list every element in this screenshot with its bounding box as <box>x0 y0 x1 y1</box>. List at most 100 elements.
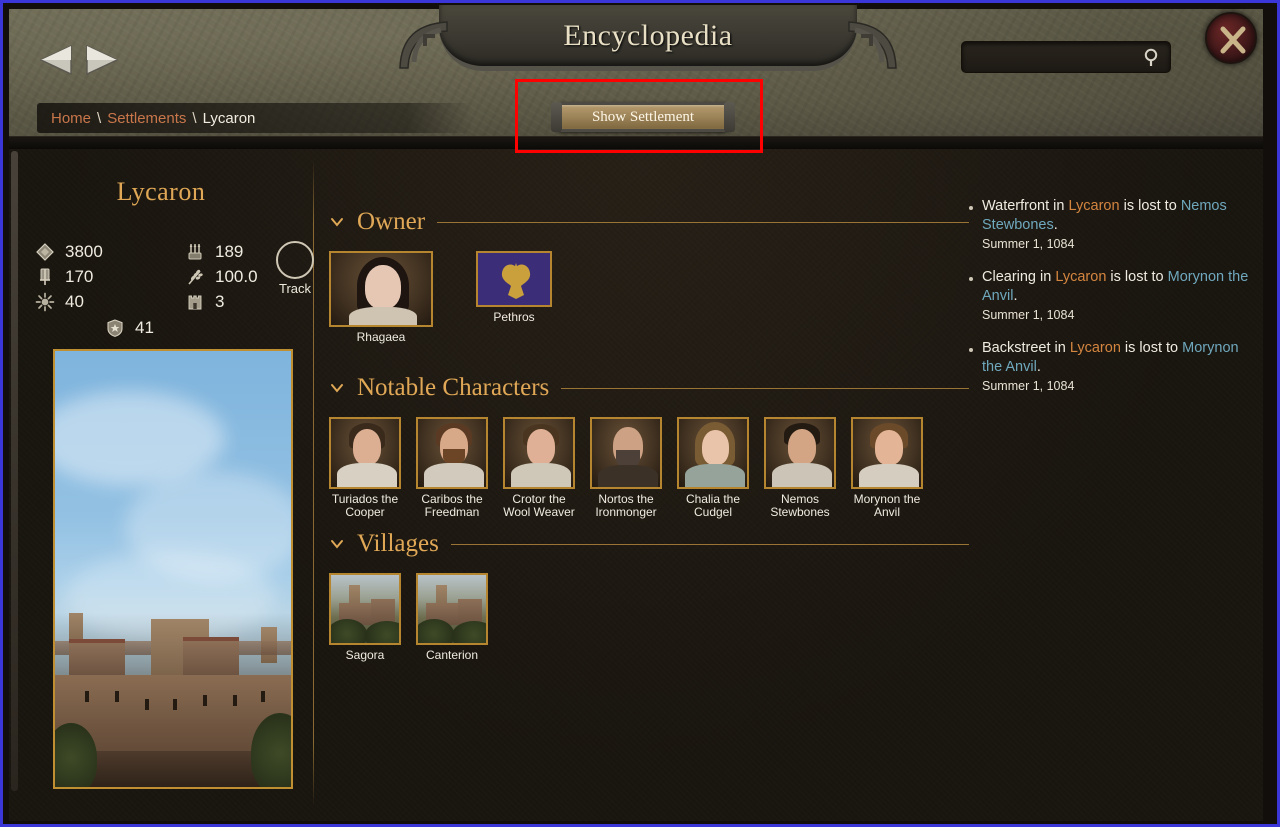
track-circle-icon[interactable] <box>276 241 314 279</box>
stat-villages: 3 <box>185 289 258 314</box>
event-text-fragment: is lost to <box>1106 269 1168 285</box>
character-card[interactable]: Nortos the Ironmonger <box>590 417 662 519</box>
search-input[interactable] <box>971 42 1139 72</box>
breadcrumb-home[interactable]: Home <box>51 110 91 127</box>
character-card[interactable]: Morynon the Anvil <box>851 417 923 519</box>
stat-value: 3 <box>215 291 225 311</box>
card-label: Morynon the Anvil <box>853 492 921 519</box>
stat-value: 41 <box>135 317 154 337</box>
double-eagle-icon <box>501 263 531 299</box>
section-header: Notable Characters <box>329 371 969 405</box>
avatar[interactable] <box>416 417 488 489</box>
section-title: Villages <box>357 530 439 557</box>
owner-character-card[interactable]: Rhagaea <box>329 251 433 344</box>
character-card[interactable]: Turiados the Cooper <box>329 417 401 519</box>
sun-loyalty-icon <box>35 292 55 311</box>
section-title: Owner <box>357 208 426 235</box>
stats-column-right: 189 100.0 3 <box>185 239 258 314</box>
title-plaque: Encyclopedia <box>399 5 897 71</box>
village-card[interactable]: Sagora <box>329 573 401 662</box>
section-header: Owner <box>329 205 969 239</box>
card-label: Nortos the Ironmonger <box>595 492 657 519</box>
village-card[interactable]: Canterion <box>416 573 488 662</box>
close-button[interactable] <box>1205 12 1257 64</box>
character-card[interactable]: Chalia the Cudgel <box>677 417 749 519</box>
owner-faction-card[interactable]: Pethros <box>476 251 552 344</box>
encyclopedia-window: Encyclopedia Home \ Settlements \ Lycaro… <box>0 0 1280 827</box>
chevron-down-icon[interactable] <box>329 214 345 230</box>
owner-cards: Rhagaea Pethros <box>329 251 969 344</box>
track-label: Track <box>278 281 312 296</box>
avatar[interactable] <box>329 417 401 489</box>
event-entry: Clearing in Lycaron is lost to Morynon t… <box>969 268 1259 322</box>
stat-value: 3800 <box>65 241 103 261</box>
card-label: Nemos Stewbones <box>770 492 830 519</box>
event-date: Summer 1, 1084 <box>982 379 1075 393</box>
arrow-right-icon[interactable] <box>85 45 119 75</box>
event-entry: Waterfront in Lycaron is lost to Nemos S… <box>969 197 1259 251</box>
track-button[interactable]: Track <box>267 241 323 296</box>
avatar[interactable] <box>677 417 749 489</box>
card-label: Caribos the Freedman <box>421 492 483 519</box>
button-clasp-right <box>724 102 735 132</box>
event-place-link[interactable]: Lycaron <box>1055 269 1106 285</box>
bullet-icon <box>969 348 973 352</box>
stat-food: 100.0 <box>185 264 258 289</box>
event-text-fragment: . <box>1053 217 1058 233</box>
notable-character-cards: Turiados the Cooper Caribos the Freedman <box>329 417 969 519</box>
events-panel: Waterfront in Lycaron is lost to Nemos S… <box>969 197 1259 410</box>
section-header: Villages <box>329 527 969 561</box>
show-settlement-button[interactable]: Show Settlement <box>551 102 735 132</box>
chevron-down-icon[interactable] <box>329 536 345 552</box>
breadcrumb-settlements[interactable]: Settlements <box>107 110 186 127</box>
card-label: Rhagaea <box>356 330 406 344</box>
card-label: Crotor the Wool Weaver <box>503 492 575 519</box>
avatar[interactable] <box>764 417 836 489</box>
event-place-link[interactable]: Lycaron <box>1070 340 1121 356</box>
navigation-arrows <box>39 45 119 75</box>
stat-militia: 170 <box>35 264 103 289</box>
show-settlement-label: Show Settlement <box>591 108 695 125</box>
village-thumbnail[interactable] <box>329 573 401 645</box>
page-title: Encyclopedia <box>563 19 733 52</box>
faction-banner[interactable] <box>476 251 552 307</box>
search-icon[interactable] <box>1143 48 1161 67</box>
search-box[interactable] <box>961 41 1171 73</box>
stat-value: 170 <box>65 266 94 286</box>
card-label: Turiados the Cooper <box>331 492 399 519</box>
scrollbar[interactable] <box>11 151 18 791</box>
village-thumbnail[interactable] <box>416 573 488 645</box>
event-text-fragment: is lost to <box>1120 340 1183 356</box>
event-entry: Backstreet in Lycaron is lost to Morynon… <box>969 339 1259 393</box>
event-text-fragment: Waterfront in <box>982 198 1069 214</box>
card-label: Sagora <box>345 648 385 662</box>
section-notable-characters: Notable Characters Turiados the Cooper C… <box>329 371 969 519</box>
event-text-fragment: is lost to <box>1119 198 1181 214</box>
wheat-food-icon <box>188 269 203 285</box>
castle-icon <box>188 295 202 309</box>
stat-security: 41 <box>105 315 154 340</box>
close-x-icon[interactable] <box>1207 14 1259 66</box>
character-card[interactable]: Nemos Stewbones <box>764 417 836 519</box>
chevron-down-icon[interactable] <box>329 380 345 396</box>
breadcrumb-current: Lycaron <box>202 109 256 127</box>
avatar[interactable] <box>503 417 575 489</box>
shield-star-icon <box>107 318 123 337</box>
militia-icon <box>40 268 50 285</box>
gem-prosperity-icon <box>36 242 54 261</box>
quiver-arrows-icon <box>188 243 202 259</box>
avatar[interactable] <box>590 417 662 489</box>
window-header: Encyclopedia Home \ Settlements \ Lycaro… <box>9 5 1263 149</box>
character-card[interactable]: Caribos the Freedman <box>416 417 488 519</box>
avatar[interactable] <box>851 417 923 489</box>
event-place-link[interactable]: Lycaron <box>1069 198 1120 214</box>
event-text-fragment: Backstreet in <box>982 340 1070 356</box>
event-date: Summer 1, 1084 <box>982 237 1075 251</box>
stat-garrison: 189 <box>185 239 258 264</box>
character-card[interactable]: Crotor the Wool Weaver <box>503 417 575 519</box>
breadcrumb-separator: \ <box>97 109 102 127</box>
arrow-left-icon[interactable] <box>39 45 73 75</box>
section-villages: Villages Sagora Canterion <box>329 527 969 662</box>
section-title: Notable Characters <box>357 374 550 401</box>
avatar[interactable] <box>329 251 433 327</box>
